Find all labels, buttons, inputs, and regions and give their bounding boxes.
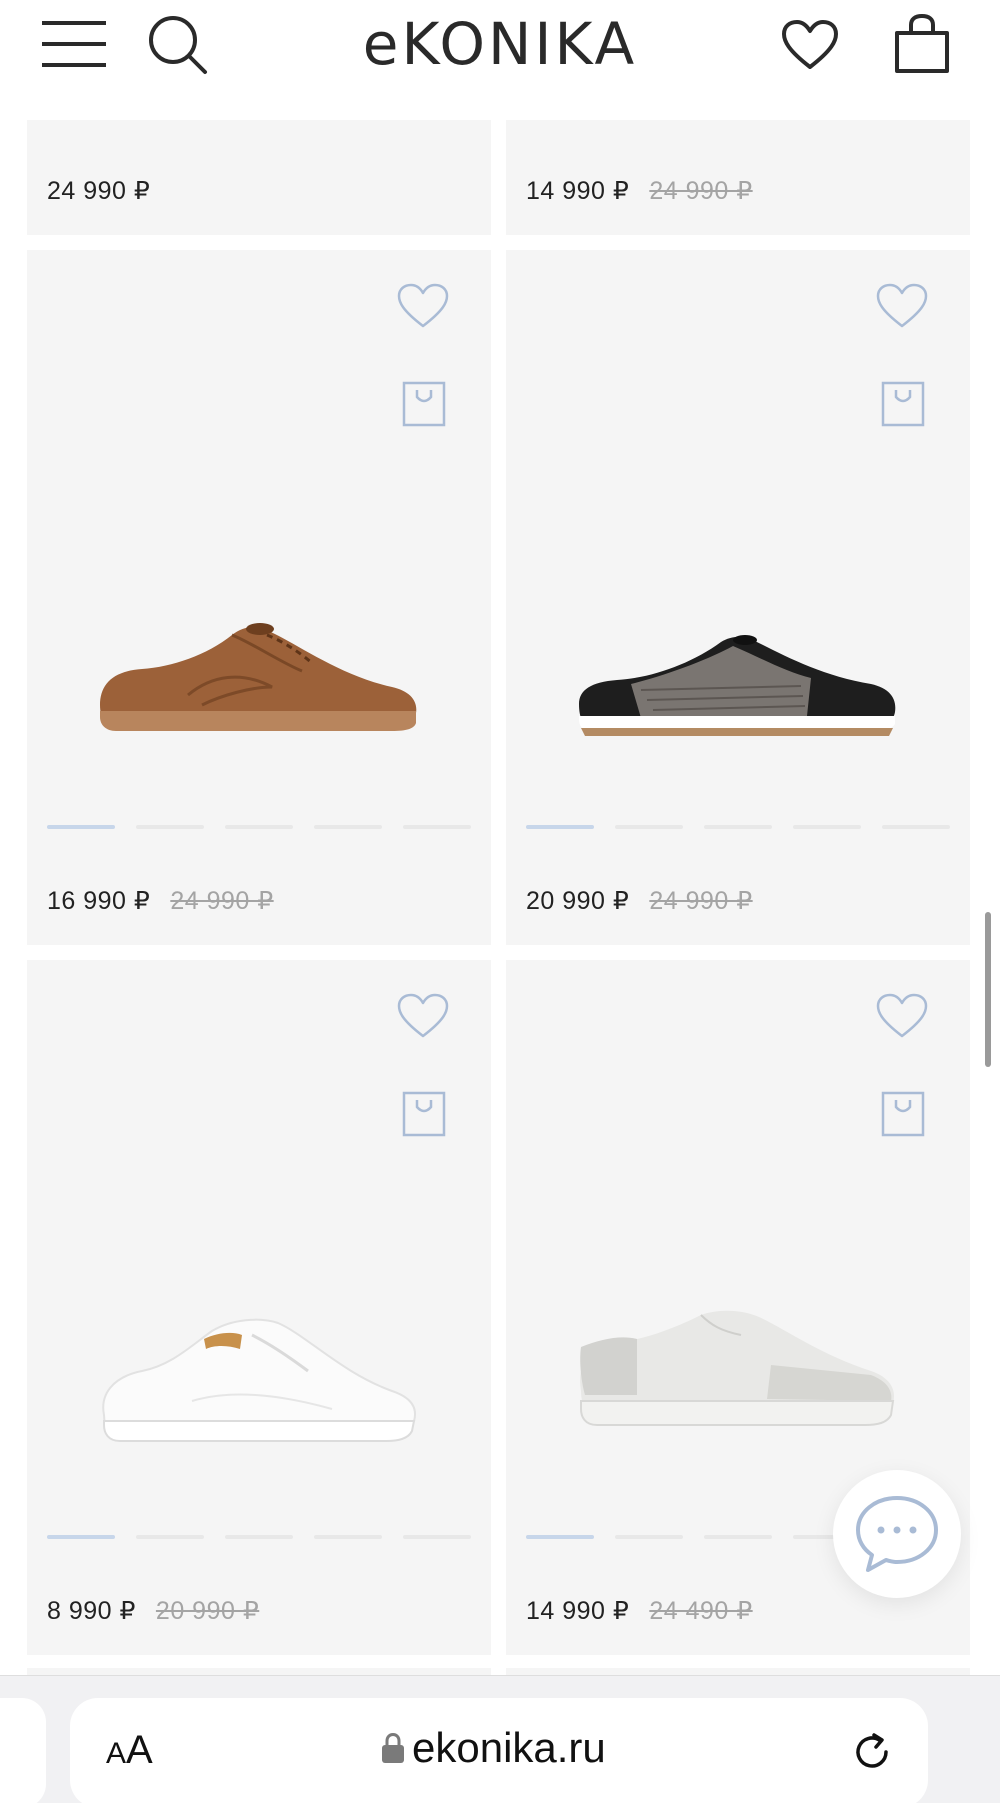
price: 16 990 ₽ — [47, 887, 151, 915]
brown-sneaker-image — [100, 623, 417, 731]
old-price: 24 490 ₽ — [649, 1597, 753, 1625]
carousel-dot[interactable] — [47, 825, 115, 829]
price-row: 14 990 ₽ 24 490 ₽ — [526, 1596, 753, 1626]
product-card[interactable]: 20 990 ₽ 24 990 ₽ — [506, 250, 970, 945]
image-carousel-dots[interactable] — [526, 825, 950, 829]
reload-button[interactable] — [846, 1726, 898, 1778]
carousel-dot[interactable] — [225, 825, 293, 829]
reload-icon — [856, 1733, 888, 1768]
old-price: 24 990 ₽ — [649, 177, 753, 205]
scrollbar[interactable] — [985, 912, 991, 1067]
chat-button[interactable] — [833, 1470, 961, 1598]
heart-icon — [782, 20, 838, 69]
white-sneaker-image — [102, 1318, 416, 1442]
cart-button[interactable] — [880, 6, 964, 82]
add-to-favorites-button[interactable] — [391, 278, 455, 334]
product-image[interactable] — [87, 600, 427, 750]
old-price: 20 990 ₽ — [155, 1597, 260, 1625]
price-row: 16 990 ₽ 24 990 ₽ — [47, 886, 274, 916]
carousel-dot[interactable] — [47, 1535, 115, 1539]
lock-icon — [382, 1732, 404, 1763]
add-to-cart-button[interactable] — [875, 376, 931, 432]
site-logo[interactable]: eKONIKA — [290, 8, 710, 80]
carousel-dot[interactable] — [314, 825, 382, 829]
search-icon — [149, 16, 207, 74]
heart-outline-icon — [876, 993, 928, 1038]
price-row: 8 990 ₽ 20 990 ₽ — [47, 1596, 259, 1626]
carousel-dot[interactable] — [136, 825, 204, 829]
favorites-button[interactable] — [770, 10, 850, 80]
menu-button[interactable] — [36, 12, 112, 76]
url-text: ekonika.ru — [412, 1724, 606, 1771]
product-card[interactable]: 16 990 ₽ 24 990 ₽ — [27, 250, 491, 945]
previous-tab-preview[interactable] — [0, 1698, 46, 1803]
carousel-dot[interactable] — [704, 1535, 772, 1539]
black-sneaker-image — [579, 635, 896, 736]
carousel-dot[interactable] — [314, 1535, 382, 1539]
price: 20 990 ₽ — [526, 887, 630, 915]
carousel-dot[interactable] — [882, 825, 950, 829]
site-header: eKONIKA — [0, 0, 1000, 120]
shopping-bag-icon — [402, 1091, 446, 1137]
carousel-dot[interactable] — [403, 1535, 471, 1539]
carousel-dot[interactable] — [136, 1535, 204, 1539]
heart-outline-icon — [876, 283, 928, 328]
image-carousel-dots[interactable] — [47, 1535, 471, 1539]
url-display[interactable]: ekonika.ru — [380, 1724, 606, 1772]
carousel-dot[interactable] — [615, 825, 683, 829]
old-price: 24 990 ₽ — [649, 887, 753, 915]
heart-outline-icon — [397, 283, 449, 328]
price: 14 990 ₽ — [526, 177, 630, 205]
old-price: 24 990 ₽ — [170, 887, 274, 915]
carousel-dot[interactable] — [526, 825, 594, 829]
heart-outline-icon — [397, 993, 449, 1038]
image-carousel-dots[interactable] — [47, 825, 471, 829]
product-card[interactable]: 8 990 ₽ 20 990 ₽ — [27, 960, 491, 1655]
shopping-bag-icon — [402, 381, 446, 427]
carousel-dot[interactable] — [793, 825, 861, 829]
add-to-cart-button[interactable] — [875, 1086, 931, 1142]
add-to-favorites-button[interactable] — [870, 988, 934, 1044]
shopping-bag-icon — [895, 13, 949, 73]
price-row: 14 990 ₽ 24 990 ₽ — [526, 176, 753, 206]
price: 8 990 ₽ — [47, 1597, 136, 1625]
shopping-bag-icon — [881, 381, 925, 427]
text-size-large-label: A — [126, 1728, 153, 1772]
carousel-dot[interactable] — [615, 1535, 683, 1539]
price-row: 24 990 ₽ — [47, 176, 150, 206]
product-card[interactable]: 14 990 ₽ 24 990 ₽ — [506, 120, 970, 235]
product-image[interactable] — [566, 1290, 906, 1450]
url-field[interactable]: AA ekonika.ru — [70, 1698, 928, 1803]
price: 14 990 ₽ — [526, 1597, 630, 1625]
carousel-dot[interactable] — [704, 825, 772, 829]
text-size-small-label: A — [106, 1737, 127, 1770]
product-card[interactable]: 24 990 ₽ — [27, 120, 491, 235]
shopping-bag-icon — [881, 1091, 925, 1137]
carousel-dot[interactable] — [403, 825, 471, 829]
chat-bubble-icon — [856, 1496, 938, 1572]
carousel-dot[interactable] — [225, 1535, 293, 1539]
menu-icon — [42, 21, 106, 67]
text-size-button[interactable]: AA — [106, 1728, 153, 1773]
add-to-favorites-button[interactable] — [391, 988, 455, 1044]
product-image[interactable] — [87, 1300, 427, 1460]
price: 24 990 ₽ — [47, 177, 151, 205]
add-to-cart-button[interactable] — [396, 376, 452, 432]
price-row: 20 990 ₽ 24 990 ₽ — [526, 886, 753, 916]
carousel-dot[interactable] — [526, 1535, 594, 1539]
add-to-cart-button[interactable] — [396, 1086, 452, 1142]
add-to-favorites-button[interactable] — [870, 278, 934, 334]
search-button[interactable] — [140, 10, 216, 80]
product-image[interactable] — [566, 615, 906, 755]
browser-address-bar: AA ekonika.ru — [0, 1675, 1000, 1803]
gray-slip-on-sneaker-image — [580, 1310, 895, 1426]
